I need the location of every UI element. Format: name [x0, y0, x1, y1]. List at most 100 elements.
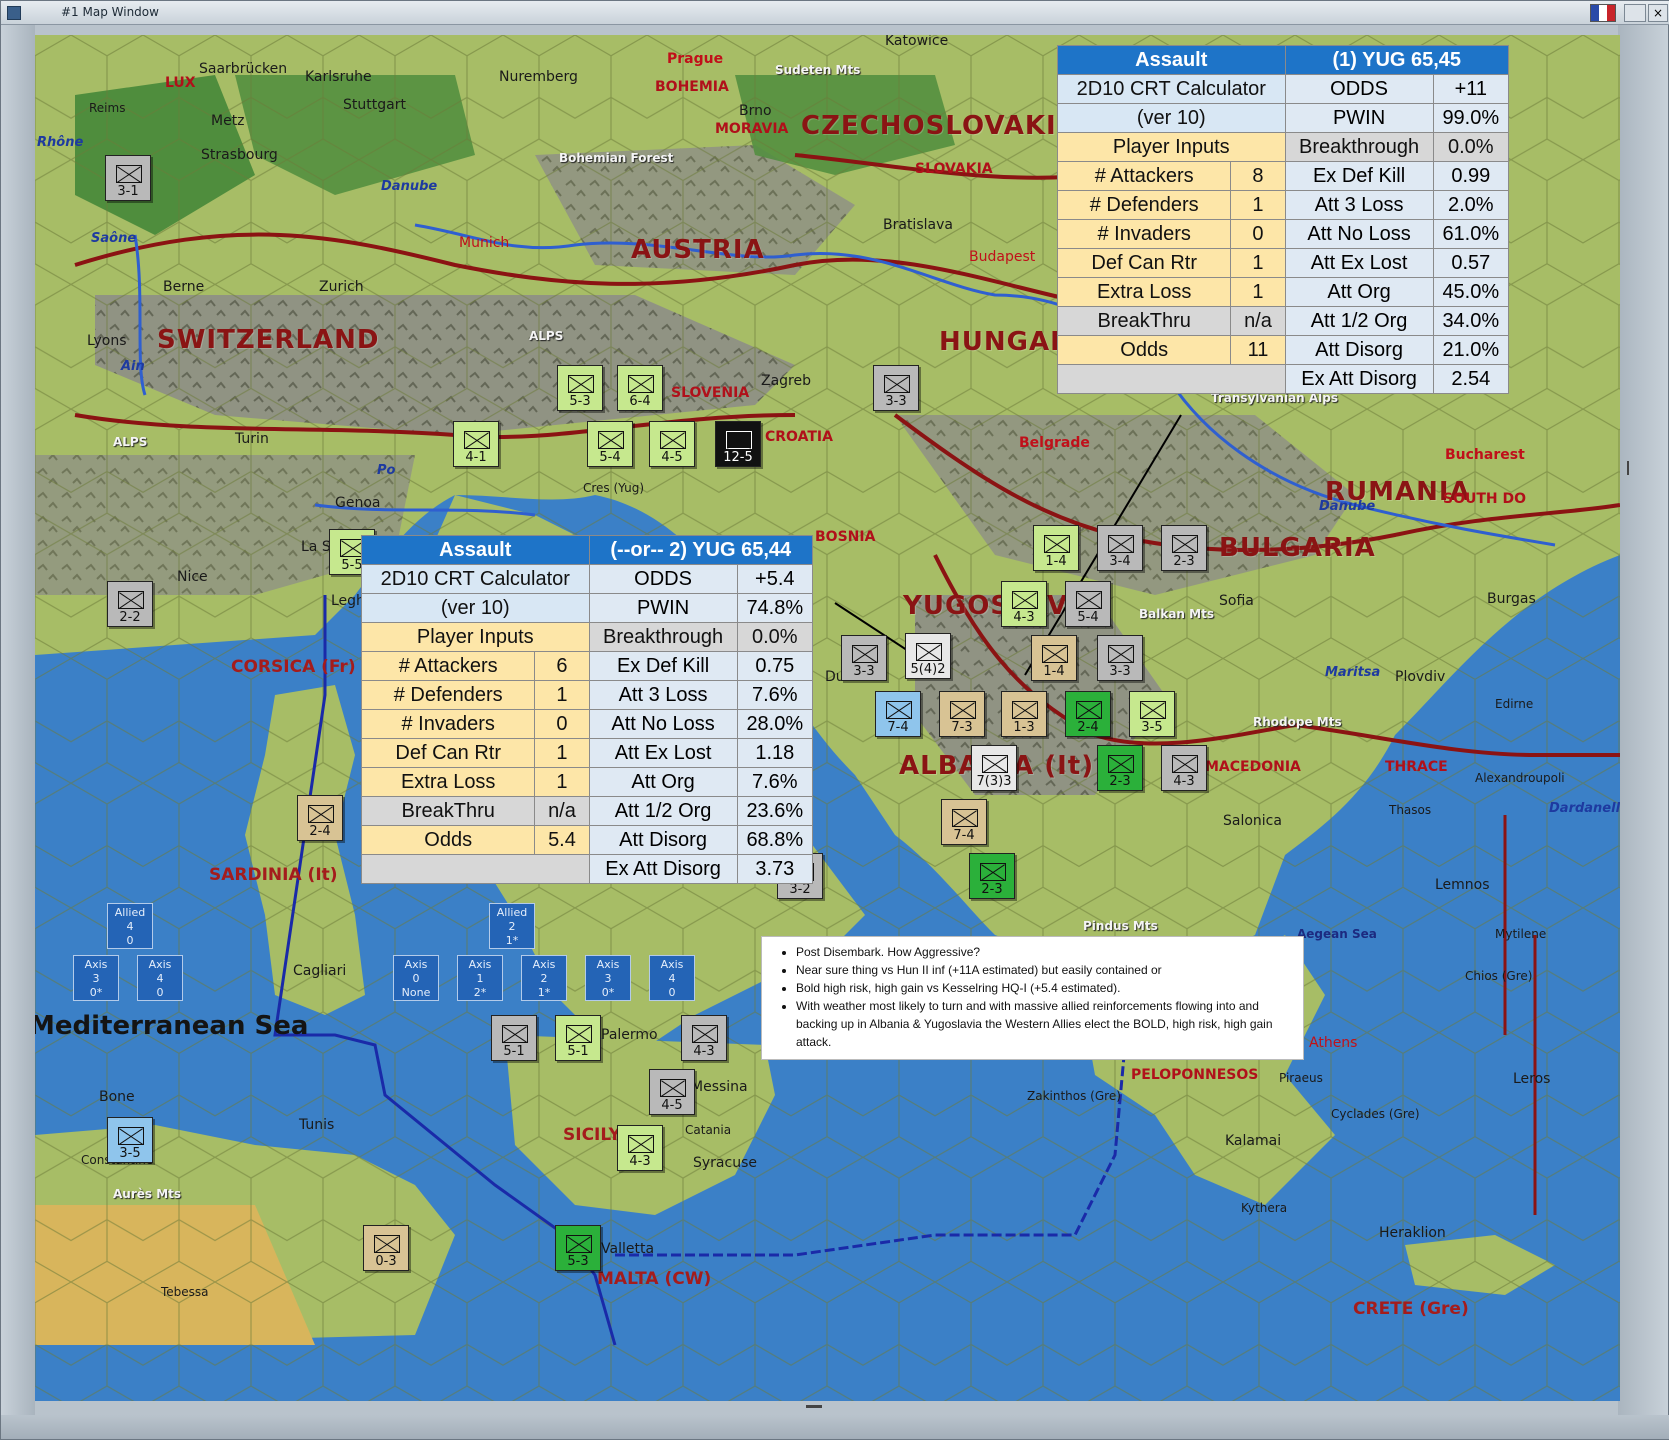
unit-counter[interactable]: 1-3 [1001, 691, 1047, 737]
unit-counter[interactable]: 1-4 [1031, 635, 1077, 681]
defending-unit-counter[interactable]: 5(4)2 [905, 633, 951, 679]
infantry-symbol-icon [566, 1025, 592, 1043]
city-syracuse: Syracuse [693, 1155, 757, 1171]
calc2-result-label: Att 3 Loss [588, 680, 738, 710]
river-rhone: Rhône [37, 135, 84, 150]
calc1-result-label: Att Ex Lost [1284, 248, 1434, 278]
title-bar[interactable]: #1 Map Window × [1, 1, 1669, 25]
unit-counter[interactable]: 4-1 [453, 421, 499, 467]
unit-counter[interactable]: 2-3 [969, 853, 1015, 899]
unit-counter[interactable]: 1-4 [1033, 525, 1079, 571]
stack-box[interactable]: Axis 4 0 [137, 955, 183, 1001]
calc2-input-value[interactable]: 1 [534, 738, 590, 768]
window-title: #1 Map Window [61, 5, 159, 19]
calc2-result-label: Att No Loss [588, 709, 738, 739]
unit-counter[interactable]: 5-3 [557, 365, 603, 411]
unit-counter[interactable]: 4-5 [649, 421, 695, 467]
unit-counter[interactable]: 5-1 [555, 1015, 601, 1061]
calc2-input-label: # Invaders [360, 709, 536, 739]
calc1-input-value[interactable]: 1 [1230, 248, 1286, 278]
calc1-input-value: n/a [1230, 306, 1286, 336]
calc2-input-label: BreakThru [360, 796, 536, 826]
unit-counter[interactable]: 5-4 [587, 421, 633, 467]
horizontal-scroll-grip[interactable] [806, 1405, 822, 1408]
unit-counter[interactable]: 3-4 [1097, 525, 1143, 571]
unit-counter[interactable]: 2-3 [1097, 745, 1143, 791]
calc2-result-value: 74.8% [736, 593, 814, 623]
infantry-symbol-icon [628, 1135, 654, 1153]
unit-counter[interactable]: 3-3 [1097, 635, 1143, 681]
calc2-input-value[interactable]: 1 [534, 767, 590, 797]
city-kythera: Kythera [1241, 1201, 1288, 1215]
unit-counter[interactable]: 2-4 [297, 795, 343, 841]
stack-box[interactable]: Axis 1 2* [457, 955, 503, 1001]
calc1-result-label: Att Disorg [1284, 335, 1434, 365]
calc2-result-label: ODDS [588, 564, 738, 594]
calc1-input-value[interactable]: 0 [1230, 219, 1286, 249]
game-map[interactable]: SWITZERLAND AUSTRIA CZECHOSLOVAKIA HUNGA… [35, 35, 1620, 1401]
map-window: #1 Map Window × SWITZERLAND AUSTRIA CZEC… [0, 0, 1669, 1440]
calc2-version: (ver 10) [361, 593, 590, 623]
close-button[interactable]: × [1648, 4, 1668, 22]
unit-counter[interactable]: 7-4 [875, 691, 921, 737]
stack-box[interactable]: Axis 3 0* [585, 955, 631, 1001]
city-athens: Athens [1309, 1035, 1358, 1051]
stack-box[interactable]: Allied 2 1* [489, 903, 535, 949]
calc2-input-value[interactable]: 0 [534, 709, 590, 739]
stack-box[interactable]: Allied 4 0 [107, 903, 153, 949]
unit-counter[interactable]: 5-4 [1065, 581, 1111, 627]
calc2-inputs-label: Player Inputs [361, 622, 590, 652]
unit-counter[interactable]: 12-5 [715, 421, 761, 467]
unit-counter[interactable]: 6-4 [617, 365, 663, 411]
stack-box[interactable]: Axis 2 1* [521, 955, 567, 1001]
unit-counter[interactable]: 3-1 [105, 155, 151, 201]
city-stuttgart: Stuttgart [343, 97, 406, 113]
calc1-result-value: 99.0% [1432, 103, 1510, 133]
unit-counter[interactable]: 7-3 [939, 691, 985, 737]
unit-counter[interactable]: 3-3 [841, 635, 887, 681]
unit-counter[interactable]: 3-5 [1129, 691, 1175, 737]
city-zurich: Zurich [319, 279, 364, 295]
engineer-symbol-icon [1042, 645, 1068, 663]
unit-counter[interactable]: 3-3 [873, 365, 919, 411]
infantry-symbol-icon [1044, 535, 1070, 553]
city-strasbourg: Strasbourg [201, 147, 278, 163]
unit-counter[interactable]: 7(3)3 [971, 745, 1017, 791]
label-crete: CRETE (Gre) [1353, 1299, 1469, 1319]
unit-counter[interactable]: 5-1 [491, 1015, 537, 1061]
stack-box[interactable]: Axis 4 0 [649, 955, 695, 1001]
calc1-result-value: 0.57 [1432, 248, 1510, 278]
stack-box[interactable]: Axis 0 None [393, 955, 439, 1001]
city-zagreb: Zagreb [761, 373, 812, 389]
unit-counter[interactable]: 2-4 [1065, 691, 1111, 737]
unit-counter[interactable]: 4-5 [649, 1069, 695, 1115]
unit-counter[interactable]: 2-3 [1161, 525, 1207, 571]
unit-counter[interactable]: 4-3 [1161, 745, 1207, 791]
infantry-symbol-icon [660, 431, 686, 449]
calc1-input-value[interactable]: 1 [1230, 190, 1286, 220]
calc1-result-label: Att Org [1284, 277, 1434, 307]
unit-counter[interactable]: 5-3 [555, 1225, 601, 1271]
calc2-input-value[interactable]: 6 [534, 651, 590, 681]
city-thasos: Thasos [1389, 803, 1432, 817]
infantry-symbol-icon [1076, 701, 1102, 719]
unit-counter[interactable]: 2-2 [107, 581, 153, 627]
unit-counter[interactable]: 3-5 [107, 1117, 153, 1163]
calc2-result-value: 1.18 [736, 738, 814, 768]
calc2-input-value[interactable]: 1 [534, 680, 590, 710]
unit-counter[interactable]: 4-3 [681, 1015, 727, 1061]
calc2-result-label: Breakthrough [588, 622, 738, 652]
maximize-button[interactable] [1624, 4, 1646, 22]
calc1-input-value[interactable]: 8 [1230, 161, 1286, 191]
city-burgas: Burgas [1487, 591, 1536, 607]
calc1-input-value[interactable]: 1 [1230, 277, 1286, 307]
vertical-scroll-grip[interactable] [1627, 461, 1629, 475]
label-bohemian-forest: Bohemian Forest [559, 151, 674, 165]
calc1-inputs-label: Player Inputs [1057, 132, 1286, 162]
river-maritsa: Maritsa [1325, 665, 1381, 680]
unit-counter[interactable]: 0-3 [363, 1225, 409, 1271]
unit-counter[interactable]: 7-4 [941, 799, 987, 845]
unit-counter[interactable]: 4-3 [617, 1125, 663, 1171]
unit-counter[interactable]: 4-3 [1001, 581, 1047, 627]
stack-box[interactable]: Axis 3 0* [73, 955, 119, 1001]
